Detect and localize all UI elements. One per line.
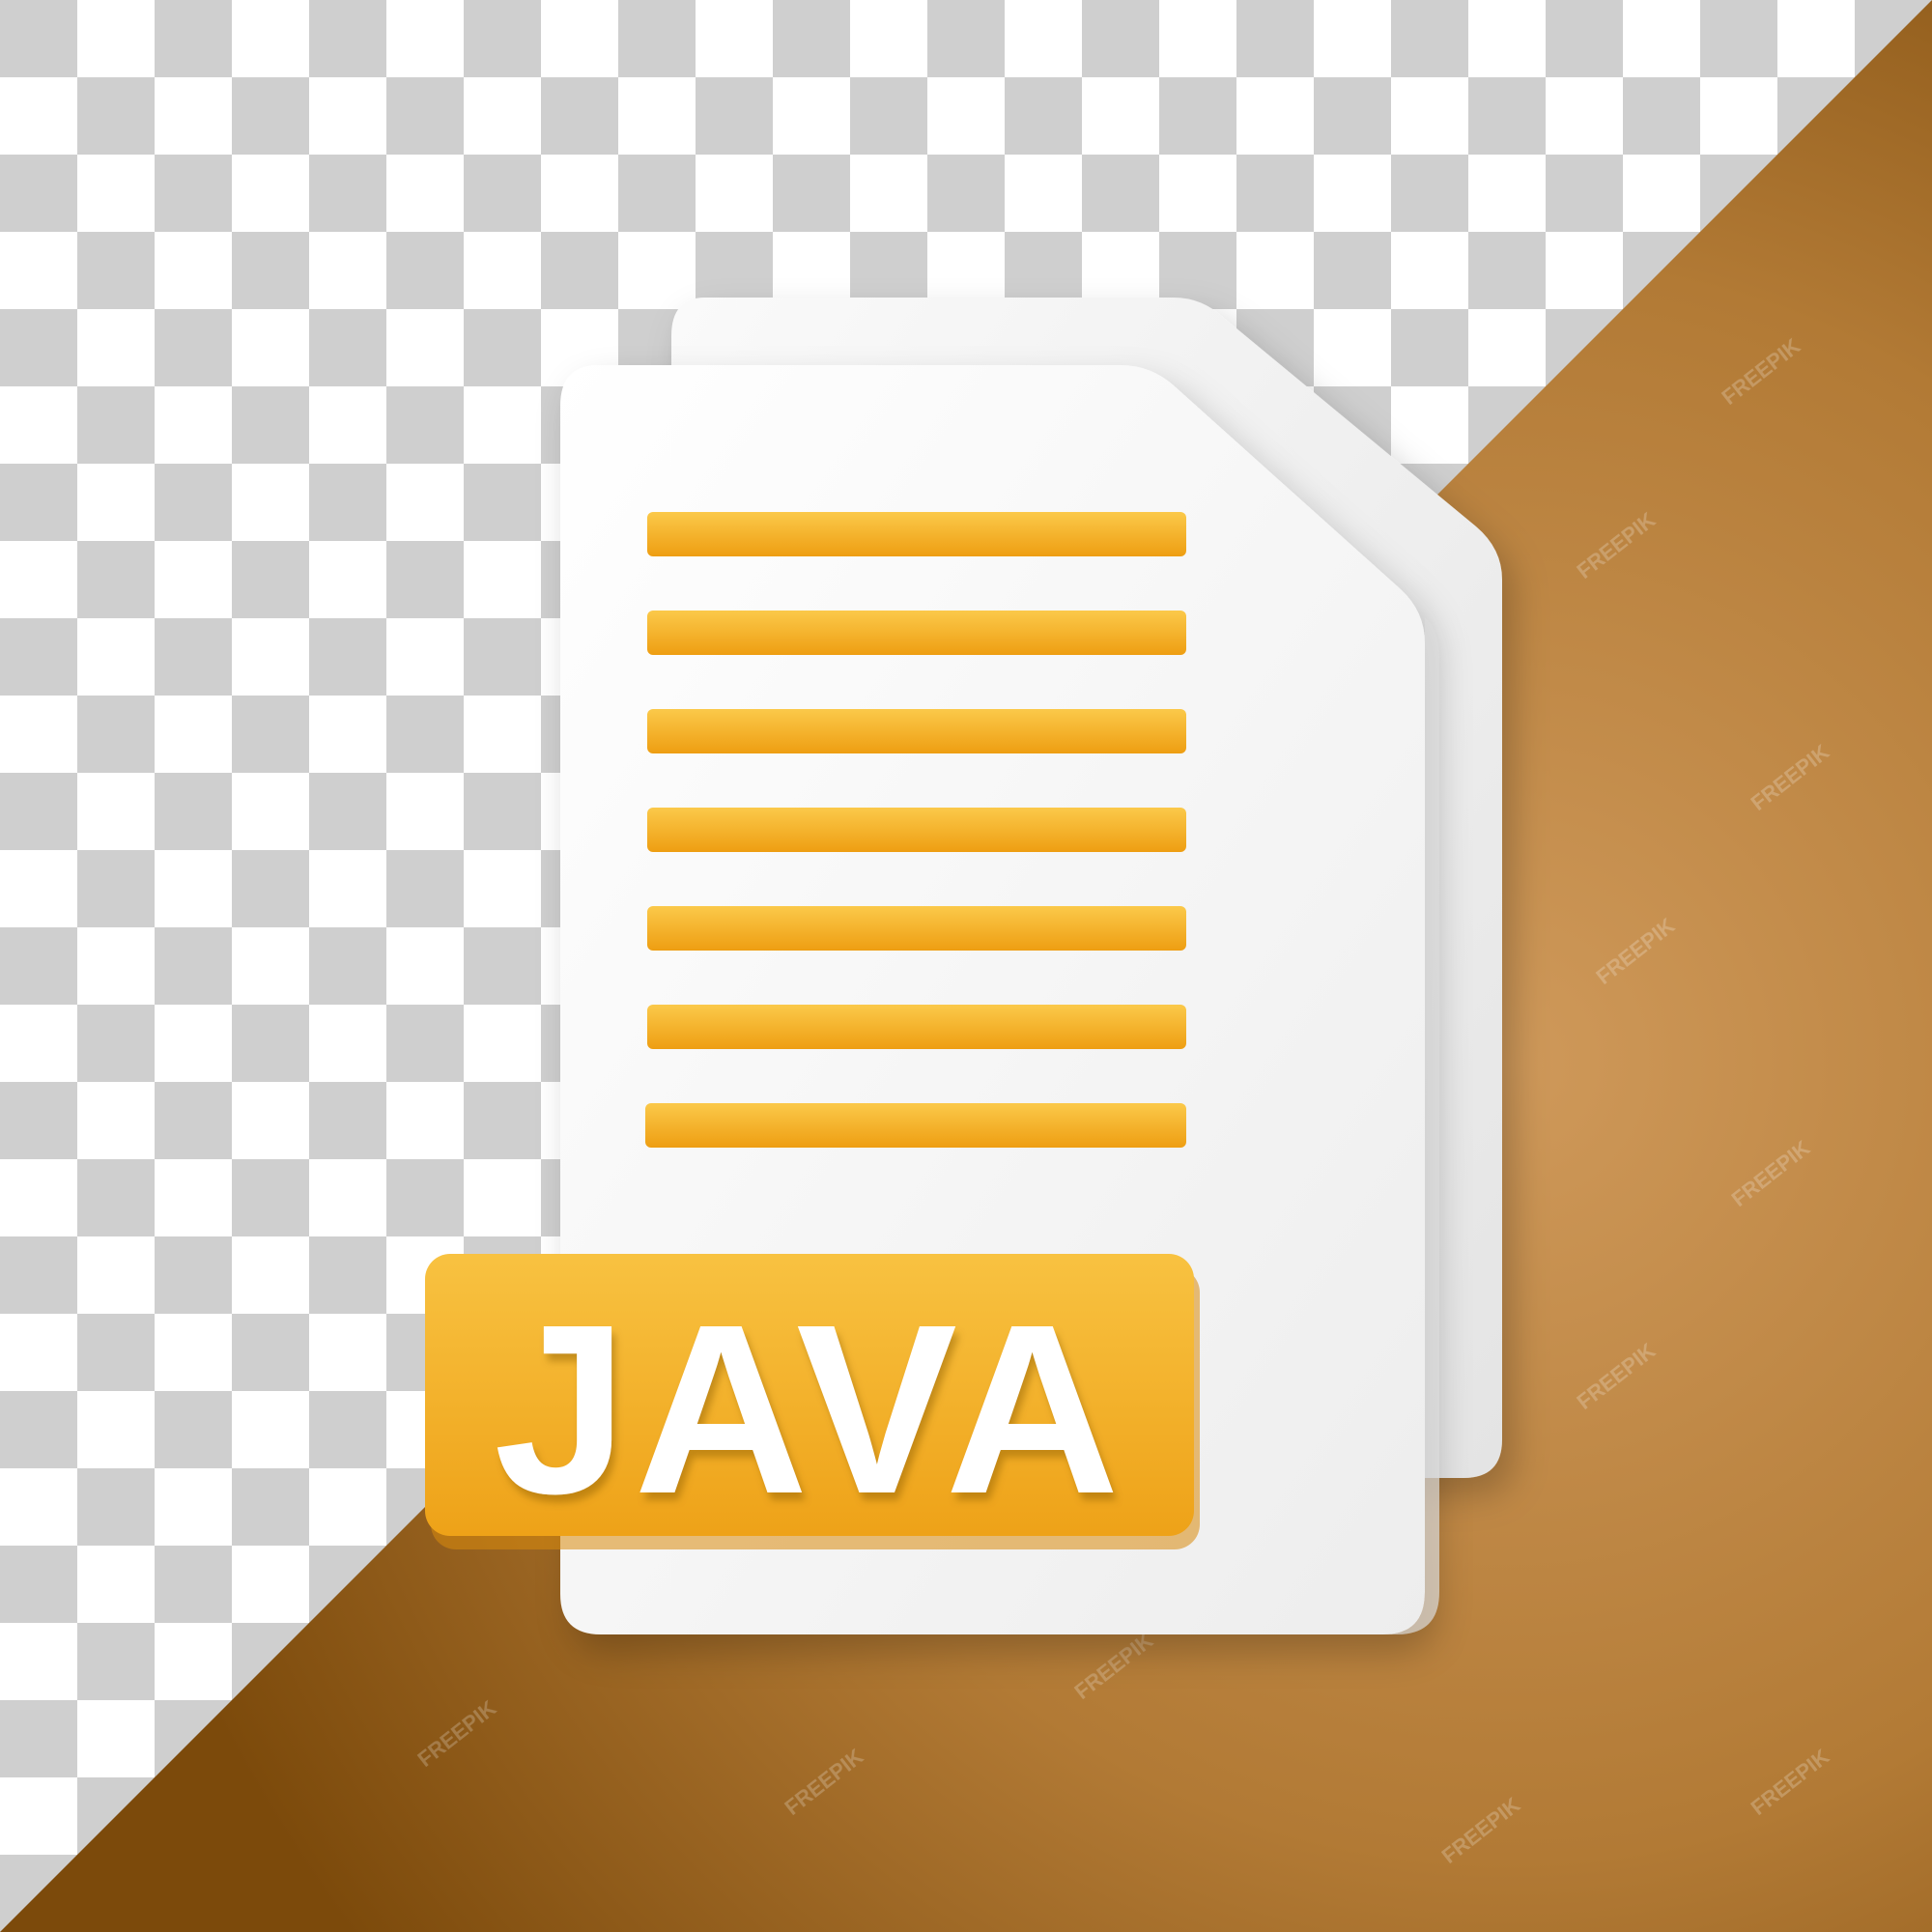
text-line <box>645 1103 1186 1148</box>
illustration-canvas: FREEPIK FREEPIK FREEPIK FREEPIK FREEPIK … <box>0 0 1932 1932</box>
file-type-badge: JAVA <box>425 1254 1200 1549</box>
java-file-icon-illustration: FREEPIK FREEPIK FREEPIK FREEPIK FREEPIK … <box>0 0 1932 1932</box>
badge-label: JAVA <box>494 1274 1125 1544</box>
text-line <box>647 512 1186 556</box>
text-line <box>647 906 1186 951</box>
text-line <box>647 611 1186 655</box>
text-line <box>647 1005 1186 1049</box>
text-line <box>647 709 1186 753</box>
text-line <box>647 808 1186 852</box>
